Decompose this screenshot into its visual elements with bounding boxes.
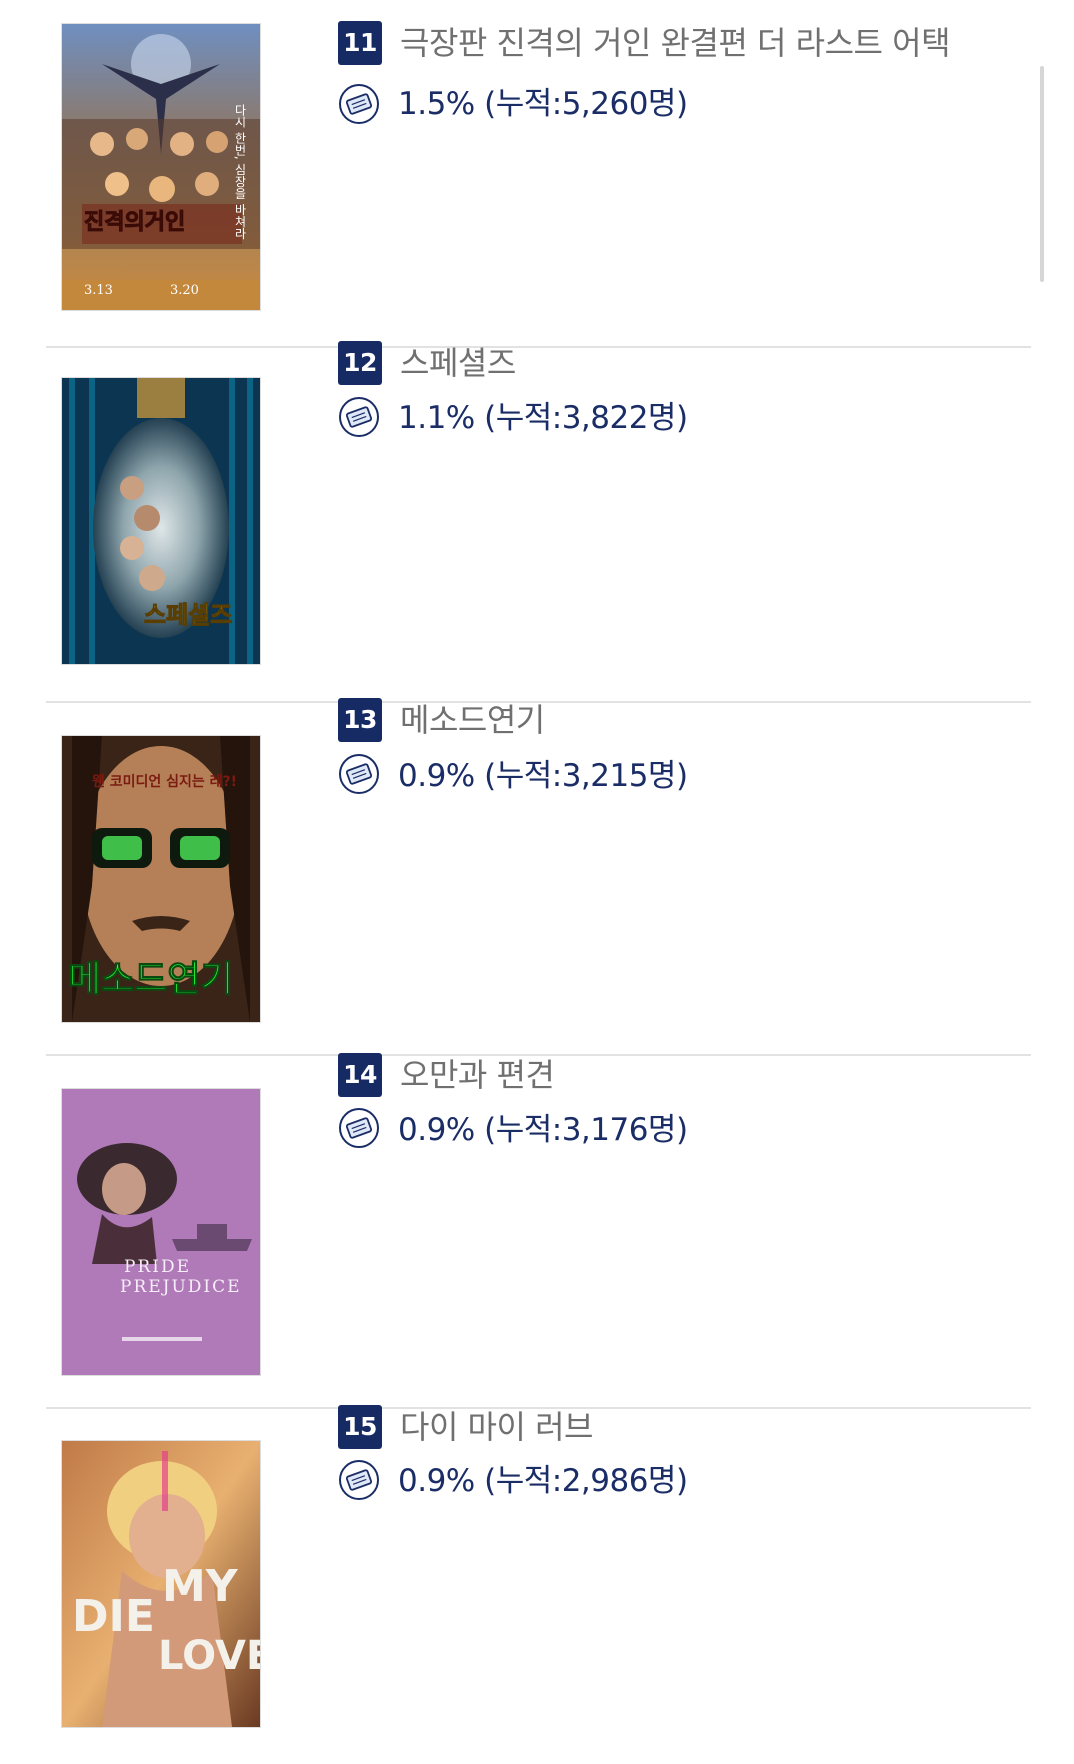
poster-image: PRIDE PREJUDICE: [62, 1089, 260, 1375]
list-item[interactable]: 스페셜즈 12 스페셜즈 1.1% (누적:3,822명): [46, 341, 1031, 703]
scrollbar[interactable]: [1040, 66, 1044, 282]
poster-image: 스페셜즈: [62, 378, 260, 664]
poster-image: DIE MY LOVE: [62, 1441, 260, 1727]
ticket-icon: [339, 397, 379, 437]
movie-title[interactable]: 다이 마이 러브: [400, 1405, 593, 1449]
poster-top-text: 웬 코미디언 심지는 레?!: [92, 773, 237, 790]
poster-date-1: 3.13: [84, 283, 113, 298]
movie-title[interactable]: 오만과 편견: [400, 1053, 555, 1097]
poster-title-art-2: MY: [162, 1561, 239, 1612]
audience-share-stat: 1.5% (누적:5,260명): [398, 86, 688, 122]
movie-poster[interactable]: PRIDE PREJUDICE: [62, 1089, 260, 1375]
rank-badge: 11: [338, 21, 382, 65]
movie-poster[interactable]: 진격의거인 다시 한번, 심장을 바쳐라 3.13 3.20: [62, 24, 260, 310]
list-item[interactable]: 진격의거인 다시 한번, 심장을 바쳐라 3.13 3.20 11 극장판 진격…: [46, 0, 1031, 355]
rank-badge: 14: [338, 1053, 382, 1097]
poster-tagline: 다시 한번, 심장을 바쳐라: [233, 104, 247, 240]
movie-title[interactable]: 메소드연기: [400, 698, 545, 742]
poster-title-art-2: PREJUDICE: [120, 1277, 242, 1297]
movie-title[interactable]: 스페셜즈: [400, 341, 516, 385]
poster-date-2: 3.20: [170, 283, 199, 298]
audience-share-stat: 1.1% (누적:3,822명): [398, 400, 688, 436]
movie-poster[interactable]: DIE MY LOVE: [62, 1441, 260, 1727]
poster-title-art: 메소드연기: [68, 959, 234, 1000]
poster-title-art-1: DIE: [72, 1591, 155, 1642]
ticket-icon: [339, 1460, 379, 1500]
poster-title-art-3: LOVE: [158, 1633, 260, 1679]
ticket-icon: [339, 84, 379, 124]
rank-badge: 15: [338, 1405, 382, 1449]
list-item[interactable]: 웬 코미디언 심지는 레?! 메소드연기 13 메소드연기 0.9% (누적:3…: [46, 698, 1031, 1058]
poster-title-art-1: PRIDE: [124, 1257, 191, 1277]
audience-share-stat: 0.9% (누적:3,176명): [398, 1112, 688, 1148]
ticket-icon: [339, 754, 379, 794]
movie-poster[interactable]: 웬 코미디언 심지는 레?! 메소드연기: [62, 736, 260, 1022]
ticket-icon: [339, 1108, 379, 1148]
movie-title[interactable]: 극장판 진격의 거인 완결편 더 라스트 어택: [400, 21, 951, 65]
audience-share-stat: 0.9% (누적:2,986명): [398, 1463, 688, 1499]
poster-title-art: 스페셜즈: [144, 601, 232, 629]
rank-badge: 13: [338, 698, 382, 742]
movie-poster[interactable]: 스페셜즈: [62, 378, 260, 664]
list-item[interactable]: PRIDE PREJUDICE 14 오만과 편견 0.9% (누적:3,176…: [46, 1053, 1031, 1411]
list-item[interactable]: DIE MY LOVE 15 다이 마이 러브 0.9% (누적:2,986명): [46, 1405, 1031, 1764]
poster-title-art: 진격의거인: [84, 210, 185, 235]
poster-image: 진격의거인 다시 한번, 심장을 바쳐라 3.13 3.20: [62, 24, 260, 310]
audience-share-stat: 0.9% (누적:3,215명): [398, 758, 688, 794]
movie-ranking-list: 진격의거인 다시 한번, 심장을 바쳐라 3.13 3.20 11 극장판 진격…: [0, 0, 1074, 1759]
rank-badge: 12: [338, 341, 382, 385]
poster-image: 웬 코미디언 심지는 레?! 메소드연기: [62, 736, 260, 1022]
